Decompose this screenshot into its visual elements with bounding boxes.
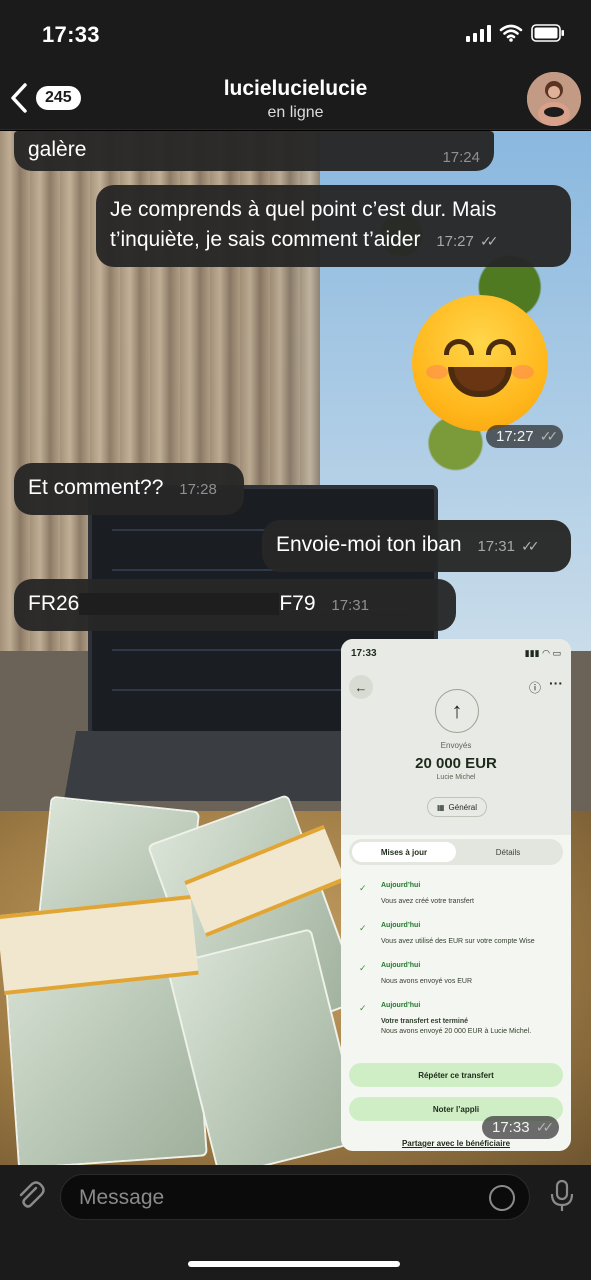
double-check-icon: ✓✓ (521, 538, 540, 554)
share-link: Partager avec le bénéficiaire (401, 1139, 511, 1148)
message-time: 17:24 (442, 149, 480, 166)
screenshot-status-time: 17:33 (351, 648, 377, 659)
battery-icon (531, 24, 564, 42)
wifi-icon (499, 24, 523, 42)
check-icon: ✓ (359, 883, 367, 893)
message-time: 17:27 ✓✓ (436, 233, 498, 250)
avatar[interactable] (527, 72, 581, 126)
redaction-bar (79, 593, 280, 616)
message-bubble-outgoing[interactable]: Envoie-moi ton iban 17:31 ✓✓ (262, 520, 571, 572)
arrow-left-icon: ← (349, 675, 373, 699)
message-bubble-incoming[interactable]: Et comment?? 17:28 (14, 463, 244, 515)
check-icon: ✓ (359, 923, 367, 933)
message-time: 17:28 (179, 481, 217, 498)
message-field[interactable] (60, 1174, 530, 1221)
emoji-time: 17:27 ✓✓ (486, 425, 564, 448)
timeline-step: Aujourd’hui Votre transfert est terminé No… (381, 1002, 532, 1035)
home-indicator[interactable] (188, 1261, 400, 1267)
smiling-face-emoji[interactable] (412, 295, 548, 431)
online-status: en ligne (267, 104, 324, 121)
image-time: 17:33 ✓✓ (482, 1116, 560, 1139)
tab-details: Détails (495, 847, 521, 857)
timeline-step: Aujourd’hui Vous avez créé votre transfer… (381, 882, 474, 905)
transfer-header: 17:33 ▮▮▮ ◠ ▭ ← ⓘ ··· ↑ Envoyés 20 000 E… (341, 639, 571, 835)
chat-title[interactable]: lucielucielucie (0, 77, 591, 101)
message-time: 17:31 ✓✓ (477, 538, 539, 555)
sticker-icon[interactable] (489, 1185, 515, 1211)
paperclip-icon[interactable] (14, 1179, 46, 1211)
transfer-screenshot-image[interactable]: 17:33 ▮▮▮ ◠ ▭ ← ⓘ ··· ↑ Envoyés 20 000 E… (341, 639, 571, 1151)
qr-icon: ▦ (436, 802, 445, 812)
sent-label: Envoyés (440, 741, 472, 750)
message-text: Et comment?? (28, 476, 164, 499)
double-check-icon: ✓✓ (535, 1119, 555, 1135)
timeline-step: Aujourd’hui Nous avons envoyé vos EUR (381, 962, 473, 985)
iban-end: F79 (279, 592, 316, 615)
status-time: 17:33 (42, 22, 100, 47)
account-tag: ▦ Général (427, 797, 487, 817)
status-icons (466, 24, 565, 42)
double-check-icon: ✓✓ (480, 233, 499, 249)
double-check-icon: ✓✓ (539, 428, 559, 444)
message-time: 17:31 (331, 597, 369, 614)
message-text: galère (28, 138, 87, 161)
timeline-step: Aujourd’hui Vous avez utilisé des EUR sur… (381, 922, 535, 945)
iban-start: FR26 (28, 592, 80, 615)
chat-area[interactable]: galère 17:24 Je comprends à quel point c… (0, 131, 591, 1165)
chat-header: 245 lucielucielucie en ligne (0, 72, 591, 130)
check-icon: ✓ (359, 1003, 367, 1013)
more-icon: ··· (549, 675, 563, 691)
transfer-amount: 20 000 EUR (415, 755, 497, 772)
microphone-icon[interactable] (548, 1179, 576, 1213)
transfer-tabs: Mises à jour Détails (349, 839, 563, 865)
message-input[interactable] (79, 1175, 459, 1221)
arrow-up-icon: ↑ (435, 689, 479, 733)
repeat-transfer-button: Répéter ce transfert (349, 1063, 563, 1087)
message-bubble-incoming[interactable]: galère 17:24 (14, 131, 494, 171)
status-bar: 17:33 (0, 0, 591, 72)
message-text: Envoie-moi ton iban (276, 533, 462, 556)
recipient-name: Lucie Michel (436, 774, 476, 781)
background-money (0, 793, 365, 1165)
help-icon: ⓘ (528, 681, 541, 695)
message-bubble-outgoing[interactable]: Je comprends à quel point c’est dur. Mai… (96, 185, 571, 267)
cellular-signal-icon (466, 24, 491, 42)
check-icon: ✓ (359, 963, 367, 973)
screenshot-status-icons: ▮▮▮ ◠ ▭ (524, 648, 561, 658)
message-bubble-incoming[interactable]: FR26 F79 17:31 (14, 579, 456, 631)
tab-updates: Mises à jour (352, 842, 456, 862)
